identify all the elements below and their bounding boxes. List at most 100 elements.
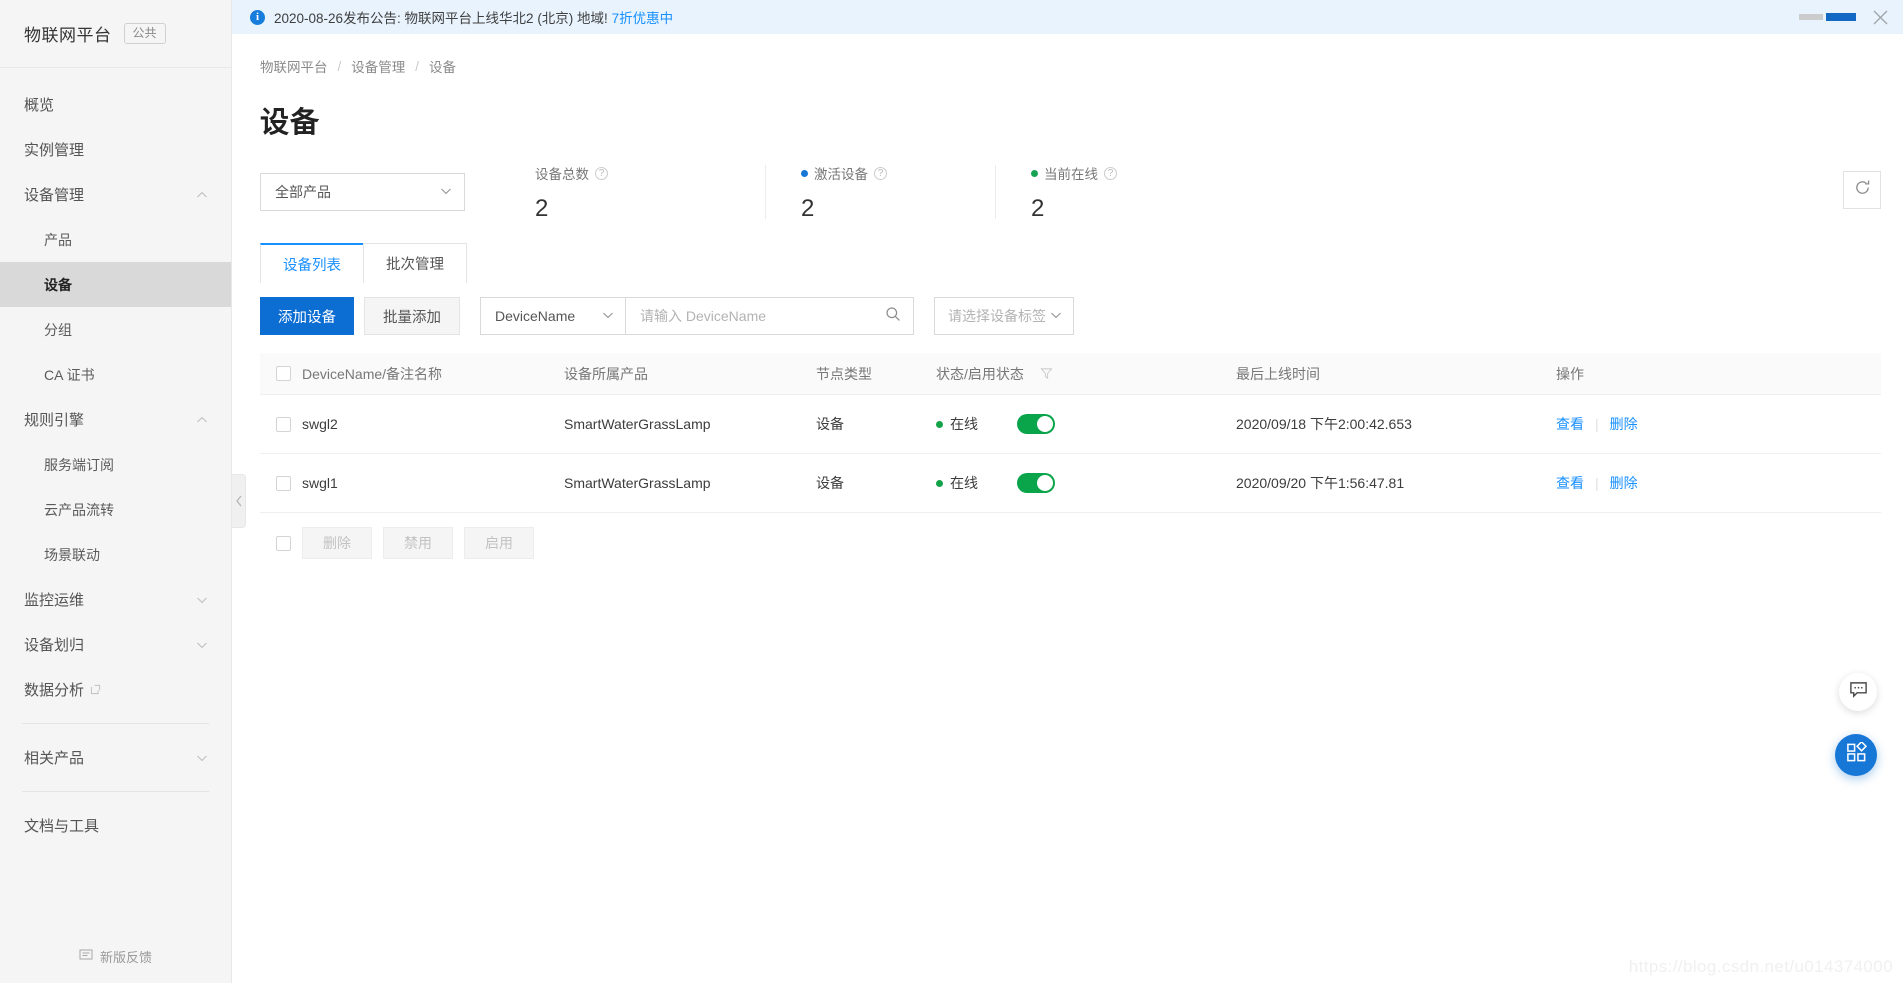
- batch-enable-button[interactable]: 启用: [464, 527, 534, 559]
- status-dot-icon: [936, 420, 943, 428]
- device-tag-select[interactable]: 请选择设备标签: [934, 297, 1074, 335]
- sidebar-item-label: 规则引擎: [24, 412, 85, 429]
- table-row[interactable]: swgl1 SmartWaterGrassLamp 设备 在线 2020/09/…: [260, 454, 1881, 513]
- sidebar-item-instances[interactable]: 实例管理: [0, 127, 231, 172]
- action-divider: |: [1595, 475, 1599, 491]
- cell-device-name: swgl2: [302, 416, 338, 432]
- sidebar-item-overview[interactable]: 概览: [0, 82, 231, 127]
- sidebar-item-data-analysis[interactable]: 数据分析: [0, 667, 231, 712]
- sidebar-item-label: 监控运维: [24, 592, 85, 609]
- sidebar-item-label: 设备划归: [24, 637, 85, 654]
- status-dot-icon: [936, 479, 943, 487]
- sidebar-divider: [22, 791, 209, 792]
- page-content: 物联网平台 / 设备管理 / 设备 设备 全部产品 设备总数 ? 2 激活设备 …: [232, 34, 1903, 573]
- sidebar-group-rule-engine[interactable]: 规则引擎: [0, 397, 231, 442]
- search-field-select[interactable]: DeviceName: [480, 297, 626, 335]
- column-header-node-type: 节点类型: [816, 365, 872, 382]
- refresh-button[interactable]: [1843, 171, 1881, 209]
- stat-value: 2: [1031, 195, 1045, 222]
- cell-status: 在线: [936, 414, 1236, 434]
- stat-value: 2: [535, 195, 549, 222]
- sidebar-item-label: 文档与工具: [24, 818, 100, 835]
- search-input[interactable]: [640, 308, 885, 324]
- select-all-checkbox[interactable]: [276, 366, 291, 381]
- status-bullet-online: [1031, 169, 1038, 177]
- breadcrumb-separator: /: [337, 58, 342, 74]
- status-label: 在线: [950, 475, 978, 491]
- status-label: 在线: [950, 416, 978, 432]
- filter-icon[interactable]: [1040, 367, 1053, 380]
- sidebar-item-products[interactable]: 产品: [0, 217, 231, 262]
- product-filter-value: 全部产品: [275, 184, 331, 200]
- feedback-button[interactable]: 新版反馈: [0, 929, 231, 983]
- stat-value: 2: [801, 195, 815, 222]
- stat-label: 当前在线: [1044, 167, 1098, 182]
- sidebar-item-devices[interactable]: 设备: [0, 262, 231, 307]
- help-icon[interactable]: ?: [595, 166, 608, 180]
- brand-tag: 公共: [123, 22, 166, 45]
- apps-grid-icon: [1846, 740, 1867, 768]
- search-field-value: DeviceName: [495, 308, 576, 324]
- delete-link[interactable]: 删除: [1610, 473, 1638, 493]
- page-title: 设备: [260, 107, 321, 139]
- row-checkbox[interactable]: [276, 416, 291, 432]
- sidebar-group-device-management[interactable]: 设备管理: [0, 172, 231, 217]
- batch-delete-button[interactable]: 删除: [302, 527, 372, 559]
- batch-select-all-checkbox[interactable]: [276, 535, 291, 551]
- batch-disable-button[interactable]: 禁用: [383, 527, 453, 559]
- table-row[interactable]: swgl2 SmartWaterGrassLamp 设备 在线 2020/09/…: [260, 395, 1881, 454]
- sidebar-item-label: 概览: [24, 97, 55, 114]
- row-checkbox[interactable]: [276, 475, 291, 491]
- breadcrumb-item-platform[interactable]: 物联网平台: [260, 56, 328, 76]
- app-window: 物联网平台 公共 概览 实例管理 设备管理 产品 设备 分组 CA 证书 规则引…: [0, 0, 1903, 983]
- stat-label: 设备总数: [535, 167, 589, 182]
- sidebar-group-device-assignment[interactable]: 设备划归: [0, 622, 231, 667]
- enable-toggle[interactable]: [1017, 473, 1055, 493]
- stat-total-devices: 设备总数 ? 2: [535, 163, 765, 223]
- sidebar-collapse-handle[interactable]: [232, 474, 246, 528]
- announcement-link[interactable]: 7折优惠中: [612, 11, 674, 26]
- row-select-cell: [260, 475, 302, 491]
- sidebar-group-monitoring[interactable]: 监控运维: [0, 577, 231, 622]
- enable-toggle[interactable]: [1017, 414, 1055, 434]
- delete-link[interactable]: 删除: [1610, 414, 1638, 434]
- sidebar-item-label: 服务端订阅: [44, 456, 114, 473]
- sidebar-item-scene-linkage[interactable]: 场景联动: [0, 532, 231, 577]
- breadcrumb-item-device-management[interactable]: 设备管理: [351, 56, 405, 76]
- sidebar-item-docs-and-tools[interactable]: 文档与工具: [0, 803, 231, 848]
- sidebar-item-cloud-product-flow[interactable]: 云产品流转: [0, 487, 231, 532]
- tabs: 设备列表 批次管理: [260, 243, 1881, 283]
- view-link[interactable]: 查看: [1556, 414, 1584, 434]
- sidebar-item-server-subscription[interactable]: 服务端订阅: [0, 442, 231, 487]
- add-device-button[interactable]: 添加设备: [260, 297, 354, 335]
- cell-node-type: 设备: [816, 475, 844, 491]
- product-filter-select[interactable]: 全部产品: [260, 173, 465, 211]
- apps-float-button[interactable]: [1835, 734, 1877, 776]
- sidebar-item-ca-certificate[interactable]: CA 证书: [0, 352, 231, 397]
- column-header-status-label: 状态/启用状态: [936, 365, 1024, 382]
- column-header-product: 设备所属产品: [564, 365, 648, 382]
- select-all-cell: [260, 366, 302, 381]
- cell-status: 在线: [936, 473, 1236, 493]
- breadcrumb: 物联网平台 / 设备管理 / 设备: [260, 34, 1881, 76]
- tab-batch-management[interactable]: 批次管理: [363, 243, 467, 283]
- chevron-up-icon: [195, 188, 209, 202]
- chevron-down-icon: [601, 308, 615, 325]
- chevron-down-icon: [439, 184, 453, 201]
- search-icon[interactable]: [885, 306, 901, 327]
- tab-device-list[interactable]: 设备列表: [260, 243, 364, 283]
- help-icon[interactable]: ?: [874, 166, 887, 180]
- sidebar-item-groups[interactable]: 分组: [0, 307, 231, 352]
- help-icon[interactable]: ?: [1104, 166, 1117, 180]
- batch-add-button[interactable]: 批量添加: [364, 297, 460, 335]
- chevron-down-icon: [195, 638, 209, 652]
- chat-float-button[interactable]: [1839, 673, 1877, 711]
- close-icon[interactable]: [1872, 9, 1889, 26]
- cell-last-online: 2020/09/18 下午2:00:42.653: [1236, 416, 1412, 432]
- stat-header: 激活设备 ?: [801, 163, 995, 183]
- row-select-cell: [260, 416, 302, 432]
- minimize-indicator[interactable]: [1799, 13, 1856, 21]
- sidebar-group-related-products[interactable]: 相关产品: [0, 735, 231, 780]
- toolbar: 添加设备 批量添加 DeviceName 请选择设备标签: [260, 297, 1881, 335]
- view-link[interactable]: 查看: [1556, 473, 1584, 493]
